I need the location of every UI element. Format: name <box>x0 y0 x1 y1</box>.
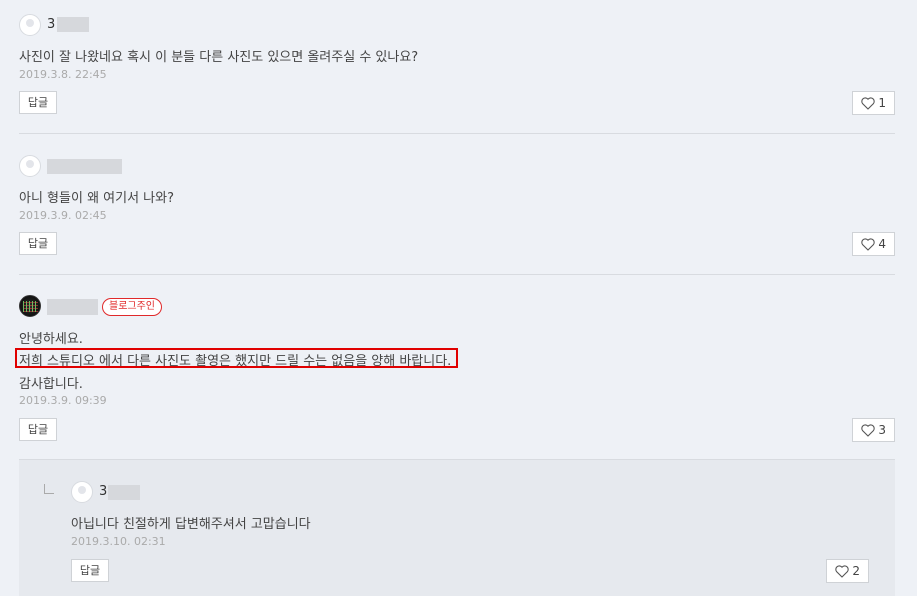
heart-outline-icon <box>861 424 875 437</box>
like-button[interactable]: 4 <box>852 232 895 256</box>
comment-text-line: 저희 스튜디오 에서 다른 사진도 촬영은 했지만 드릴 수는 없음을 양해 바… <box>19 354 452 369</box>
like-count: 1 <box>878 96 886 110</box>
reply-button[interactable]: 답글 <box>19 232 57 255</box>
author-name-redacted <box>108 485 140 500</box>
comment-text: 아니 형들이 왜 여기서 나와? <box>19 191 174 206</box>
reply-arrow-icon <box>44 484 54 494</box>
comment-divider <box>19 274 895 275</box>
like-count: 3 <box>878 423 886 437</box>
like-button[interactable]: 1 <box>852 91 895 115</box>
reply-text: 아닙니다 친절하게 답변해주셔서 고맙습니다 <box>71 517 311 532</box>
avatar[interactable] <box>71 481 93 503</box>
avatar[interactable] <box>19 155 41 177</box>
heart-outline-icon <box>861 97 875 110</box>
author-name-redacted <box>47 159 122 174</box>
comment-date: 2019.3.9. 02:45 <box>19 209 107 222</box>
reply-date: 2019.3.10. 02:31 <box>71 535 166 548</box>
like-count: 2 <box>852 564 860 578</box>
comment-author[interactable]: 3 <box>47 17 55 32</box>
comment-text-line: 감사합니다. <box>19 377 83 392</box>
reply-button[interactable]: 답글 <box>71 559 109 582</box>
author-name-redacted <box>47 299 98 315</box>
heart-outline-icon <box>861 238 875 251</box>
comment-text: 사진이 잘 나왔네요 혹시 이 분들 다른 사진도 있으면 올려주실 수 있나요… <box>19 50 419 65</box>
reply-button[interactable]: 답글 <box>19 91 57 114</box>
blog-owner-badge: 블로그주인 <box>102 298 162 316</box>
comment-date: 2019.3.9. 09:39 <box>19 394 107 407</box>
avatar[interactable] <box>19 295 41 317</box>
heart-outline-icon <box>835 565 849 578</box>
reply-author[interactable]: 3 <box>99 484 107 499</box>
reply-button[interactable]: 답글 <box>19 418 57 441</box>
comment-divider <box>19 133 895 134</box>
like-count: 4 <box>878 237 886 251</box>
author-name-redacted <box>57 17 89 32</box>
comment-date: 2019.3.8. 22:45 <box>19 68 107 81</box>
comment-text-line: 안녕하세요. <box>19 332 83 347</box>
avatar[interactable] <box>19 14 41 36</box>
like-button[interactable]: 2 <box>826 559 869 583</box>
like-button[interactable]: 3 <box>852 418 895 442</box>
